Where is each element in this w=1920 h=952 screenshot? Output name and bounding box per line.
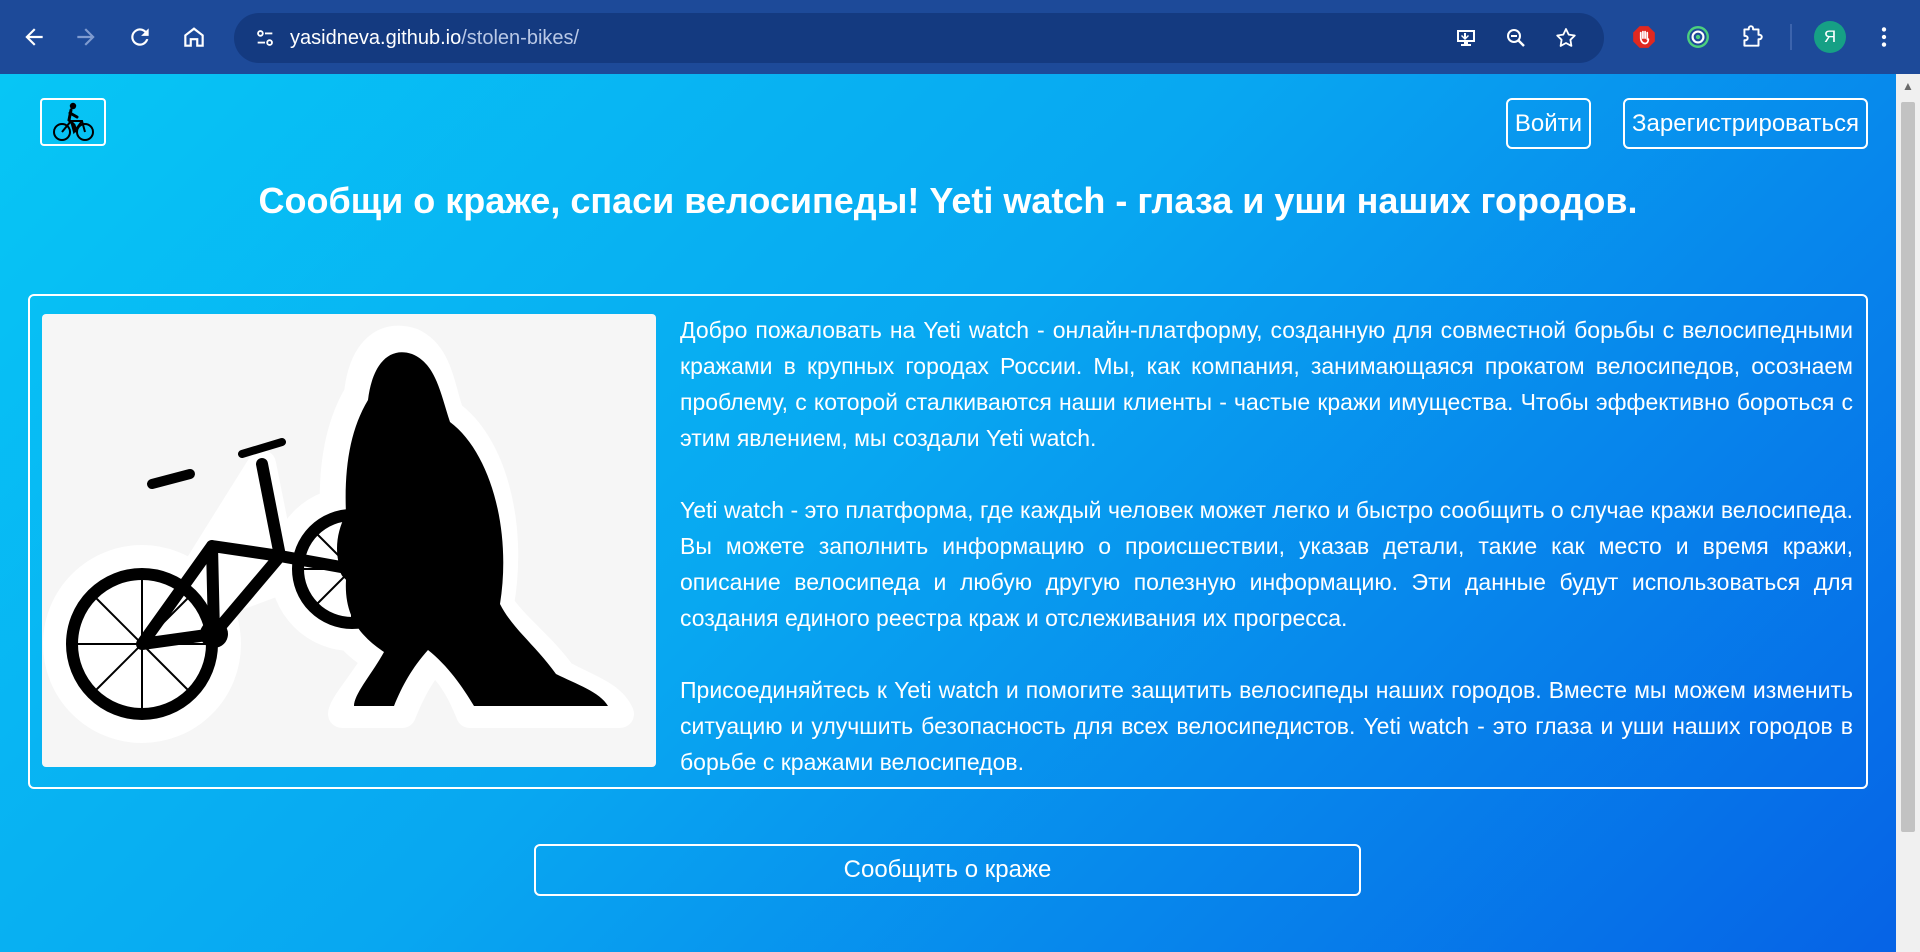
intro-text: Добро пожаловать на Yeti watch - онлайн-… (680, 312, 1853, 816)
reload-button[interactable] (118, 15, 162, 59)
tune-icon (257, 30, 273, 46)
browser-menu-button[interactable] (1862, 15, 1906, 59)
site-logo-link[interactable] (40, 98, 106, 146)
avatar: Я (1814, 21, 1846, 53)
url-path: /stolen-bikes/ (461, 26, 580, 49)
bookmark-button[interactable] (1548, 20, 1584, 56)
profile-button[interactable]: Я (1808, 15, 1852, 59)
page-scrollbar[interactable]: ▲ (1896, 74, 1920, 952)
arrow-left-icon (25, 28, 43, 46)
star-icon (1556, 28, 1576, 47)
install-app-icon (1457, 30, 1475, 46)
yeti-bike-image (42, 314, 656, 767)
cyclist-logo-icon (53, 102, 94, 141)
toolbar-divider (1790, 24, 1792, 50)
zoom-icon (1507, 29, 1525, 47)
puzzle-icon (1743, 25, 1763, 47)
adblock-extension-button[interactable] (1622, 15, 1666, 59)
scrollbar-thumb[interactable] (1901, 102, 1915, 832)
home-icon (184, 27, 204, 47)
intro-card: Добро пожаловать на Yeti watch - онлайн-… (28, 294, 1868, 789)
page-title: Сообщи о краже, спаси велосипеды! Yeti w… (258, 180, 1638, 221)
back-button[interactable] (12, 15, 56, 59)
forward-button[interactable] (64, 15, 108, 59)
address-bar[interactable]: yasidneva.github.io/stolen-bikes/ (234, 13, 1604, 63)
reload-icon (131, 28, 149, 46)
url-text[interactable]: yasidneva.github.io/stolen-bikes/ (290, 27, 579, 50)
intro-paragraph: Yeti watch - это платформа, где каждый ч… (680, 497, 1853, 631)
intro-paragraph: Добро пожаловать на Yeti watch - онлайн-… (680, 317, 1853, 451)
scroll-up-arrow-icon[interactable]: ▲ (1896, 78, 1920, 94)
login-button[interactable]: Войти (1506, 98, 1591, 149)
page-viewport: Войти Зарегистрироваться Сообщи о краже,… (0, 74, 1896, 952)
target-icon (1687, 26, 1709, 48)
url-host: yasidneva.github.io (290, 26, 462, 49)
site-info-button[interactable] (248, 21, 282, 55)
report-theft-button[interactable]: Сообщить о краже (534, 844, 1361, 896)
register-button[interactable]: Зарегистрироваться (1623, 98, 1868, 149)
arrow-right-icon (77, 28, 95, 46)
stop-hand-icon (1633, 26, 1655, 48)
intro-paragraph: Присоединяйтесь к Yeti watch и помогите … (680, 677, 1853, 775)
browser-toolbar: yasidneva.github.io/stolen-bikes/ Я (0, 0, 1920, 74)
install-app-button[interactable] (1448, 20, 1484, 56)
kebab-menu-icon (1881, 27, 1887, 47)
zoom-button[interactable] (1498, 20, 1534, 56)
extensions-button[interactable] (1730, 15, 1774, 59)
home-button[interactable] (172, 15, 216, 59)
target-extension-button[interactable] (1676, 15, 1720, 59)
